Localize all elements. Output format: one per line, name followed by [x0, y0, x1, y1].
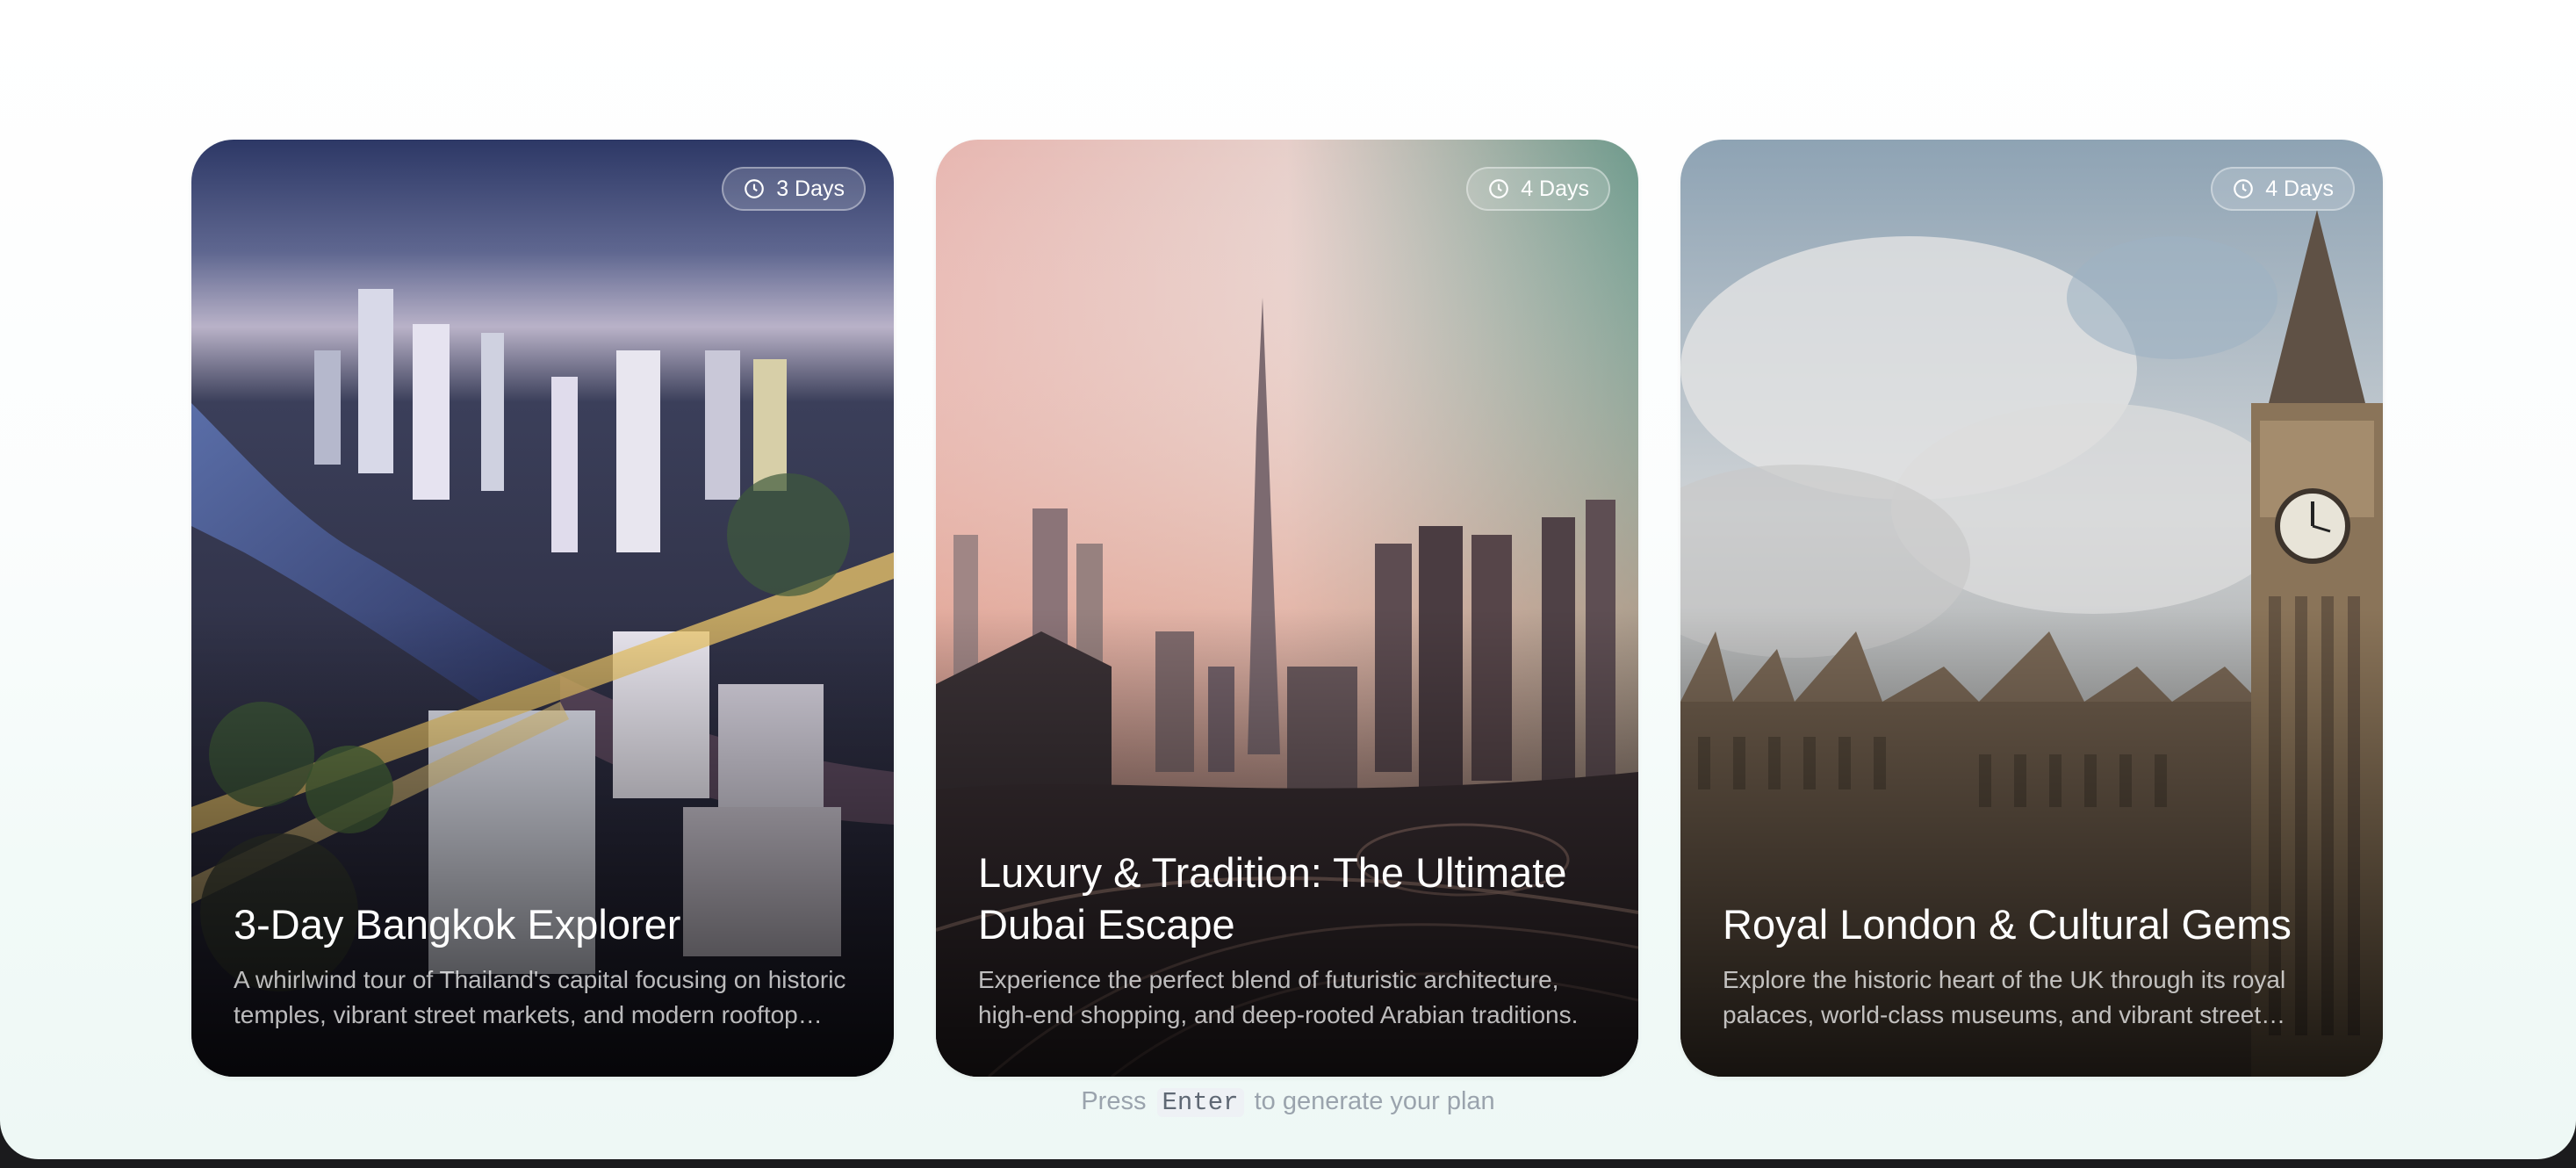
card-title: Royal London & Cultural Gems: [1723, 901, 2292, 948]
card-title: Luxury & Tradition: The Ultimate Dubai E…: [978, 849, 1567, 948]
clock-icon: [2234, 179, 2254, 198]
duration-badge: 4 Days: [1466, 167, 1610, 211]
duration-label: 4 Days: [1521, 176, 1589, 201]
clock-icon: [745, 179, 765, 198]
card-text-block: 3-Day Bangkok Explorer A whirlwind tour …: [234, 898, 852, 1033]
card-text-block: Royal London & Cultural Gems Explore the…: [1723, 898, 2341, 1033]
enter-key-label: Enter: [1156, 1088, 1244, 1117]
duration-label: 4 Days: [2265, 176, 2334, 201]
generate-plan-hint: Press Enter to generate your plan: [0, 1084, 2576, 1121]
card-description: A whirlwind tour of Thailand's capital f…: [234, 966, 846, 1028]
hint-prefix: Press: [1081, 1087, 1147, 1115]
trip-card-bangkok[interactable]: 3 Days 3-Day Bangkok Explorer A whirlwin…: [191, 140, 894, 1077]
card-title: 3-Day Bangkok Explorer: [234, 901, 681, 948]
card-description: Explore the historic heart of the UK thr…: [1723, 966, 2286, 1028]
trip-card-dubai[interactable]: 4 Days Luxury & Tradition: The Ultimate …: [936, 140, 1638, 1077]
card-description: Experience the perfect blend of futurist…: [978, 966, 1579, 1028]
trip-card-london[interactable]: 4 Days Royal London & Cultural Gems Expl…: [1680, 140, 2383, 1077]
hint-suffix: to generate your plan: [1254, 1087, 1495, 1115]
card-text-block: Luxury & Tradition: The Ultimate Dubai E…: [978, 847, 1596, 1033]
duration-badge: 4 Days: [2211, 167, 2355, 211]
duration-badge: 3 Days: [722, 167, 866, 211]
trip-card-list: 3 Days 3-Day Bangkok Explorer A whirlwin…: [191, 140, 2383, 1077]
app-window: 3 Days 3-Day Bangkok Explorer A whirlwin…: [0, 0, 2576, 1159]
clock-icon: [1489, 179, 1509, 198]
duration-label: 3 Days: [776, 176, 845, 201]
